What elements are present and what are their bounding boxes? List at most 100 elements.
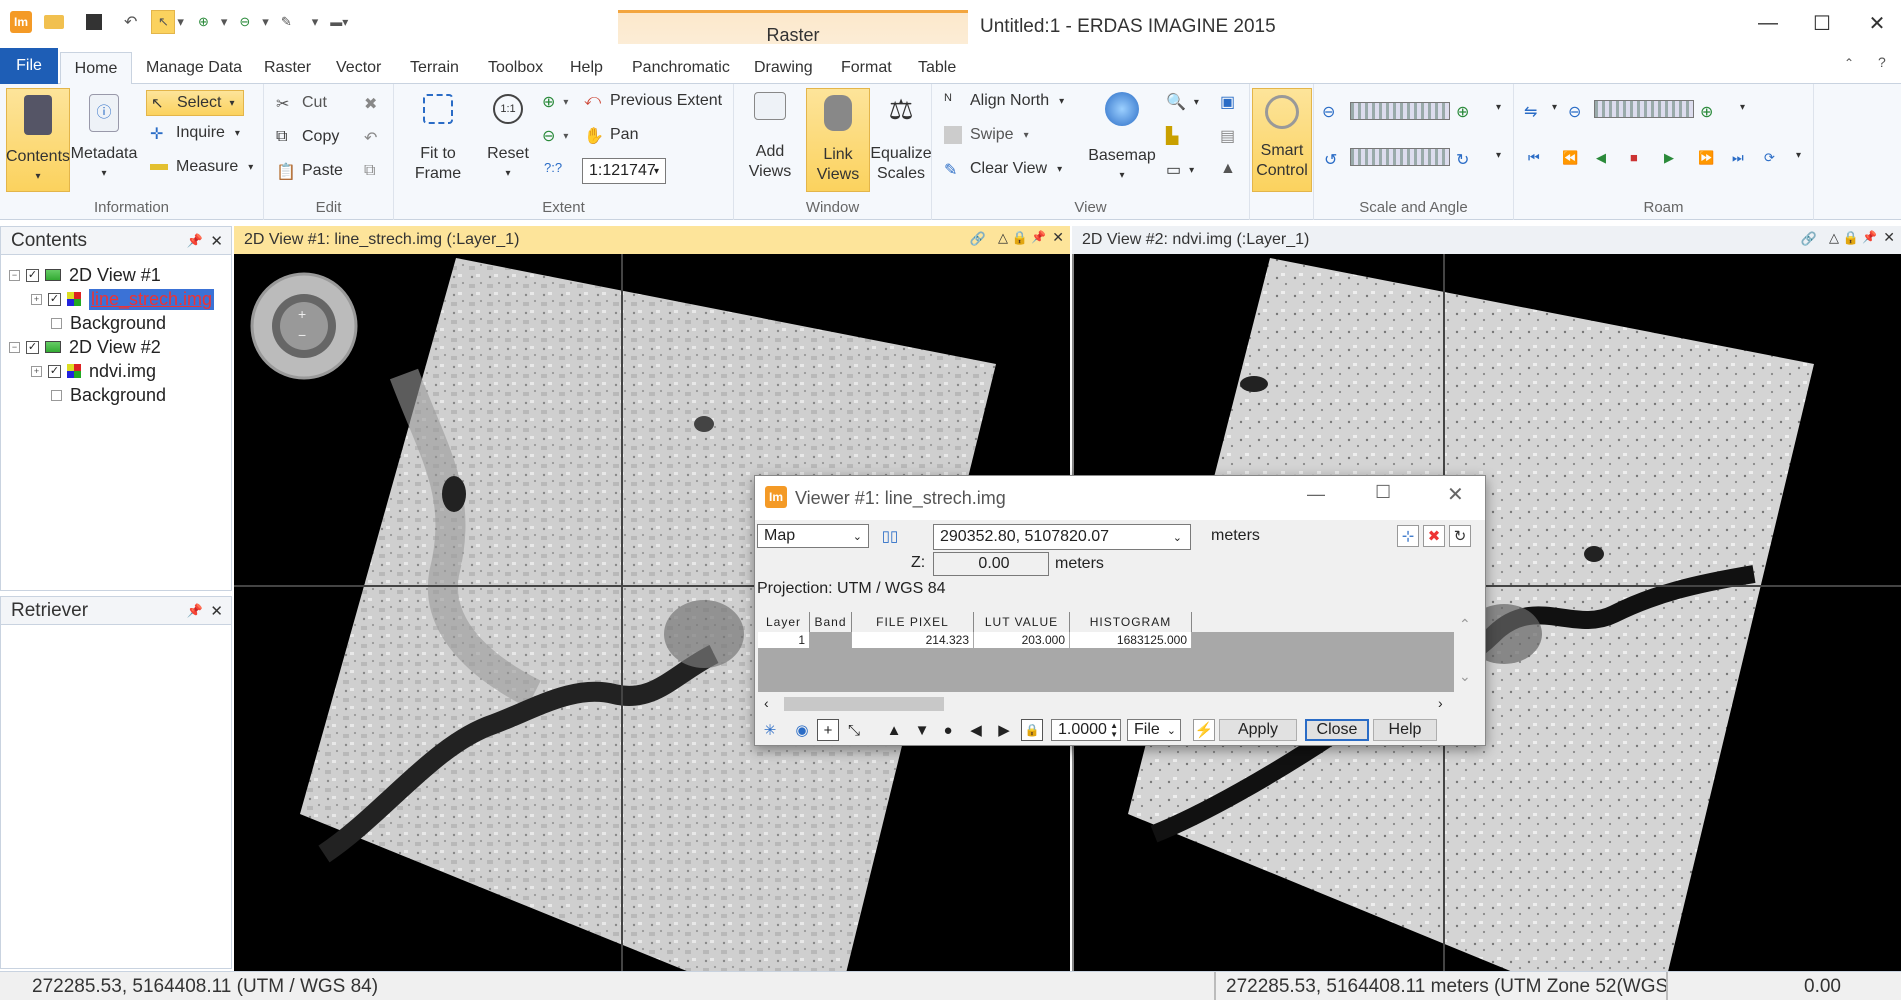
angle-slider[interactable] <box>1350 148 1450 166</box>
dropdown-icon[interactable]: ▾ <box>262 14 269 30</box>
minimize-button[interactable]: — <box>1743 6 1793 40</box>
add-views-button[interactable]: Add Views <box>740 92 800 182</box>
scroll-thumb[interactable] <box>784 697 944 711</box>
inquire-cursor-icon[interactable]: ✳ <box>759 719 781 741</box>
dropdown-icon[interactable]: ▾ <box>221 14 228 30</box>
dropdown-icon[interactable]: ▾ <box>312 14 319 30</box>
clear-view-button[interactable]: ✎ Clear View ▾ <box>944 160 1062 179</box>
move-cursor-icon[interactable]: ⤡ <box>843 719 865 741</box>
apply-button[interactable]: Apply <box>1219 719 1297 741</box>
delete-icon[interactable]: ✖ <box>364 94 377 114</box>
scroll-up-icon[interactable]: ⌃ <box>1459 616 1471 633</box>
copy-button[interactable]: ⧉ Copy <box>276 128 339 146</box>
reset-button[interactable]: 1:1 Reset ▾ <box>478 94 538 184</box>
metadata-button[interactable]: ⓘ Metadata ▾ <box>71 94 137 184</box>
visibility-checkbox[interactable]: ✓ <box>26 340 39 354</box>
tab-table[interactable]: Table <box>908 52 966 84</box>
dialog-minimize-button[interactable]: — <box>1307 484 1325 505</box>
fit-to-frame-button[interactable]: Fit to Frame <box>408 94 468 184</box>
tree-item-background-2[interactable]: Background <box>51 383 166 407</box>
roam-speed-dropdown-icon[interactable]: ▾ <box>1740 102 1745 113</box>
pin-icon[interactable]: 📌 <box>187 603 203 619</box>
equalize-scales-button[interactable]: ⚖ Equalize Scales <box>870 92 932 184</box>
roam-play-icon[interactable]: ▶ <box>1664 150 1674 166</box>
expand-icon[interactable]: + <box>31 293 42 305</box>
tree-item-ndvi-img[interactable]: + ✓ ndvi.img <box>31 359 156 383</box>
visibility-checkbox[interactable]: ✓ <box>26 268 39 282</box>
view-info-icon[interactable]: ▣ <box>1220 92 1235 112</box>
close-button[interactable]: Close <box>1305 719 1369 741</box>
file-select[interactable]: File ⌄ <box>1127 719 1181 741</box>
align-north-button[interactable]: N Align North ▾ <box>944 92 1064 110</box>
scroll-right-icon[interactable]: › <box>1438 695 1443 711</box>
unknown-scale-icon[interactable]: ?:? <box>544 160 562 175</box>
roam-fast-icon[interactable]: ⊕ <box>1700 102 1713 122</box>
lock-icon[interactable]: 🔒 <box>1843 230 1859 246</box>
close-view-icon[interactable]: ✕ <box>1052 229 1064 246</box>
rotate-left-icon[interactable]: ↺ <box>1324 150 1337 170</box>
scale-dropdown-icon[interactable]: ▾ <box>1496 102 1501 113</box>
roam-stop-icon[interactable]: ■ <box>1630 150 1638 165</box>
roam-options-dropdown-icon[interactable]: ▾ <box>1796 150 1801 161</box>
move-up-icon[interactable]: ▲ <box>883 719 905 741</box>
view-properties-icon[interactable]: ▤ <box>1220 126 1235 146</box>
zoom-in-icon[interactable]: ⊕ <box>198 14 209 30</box>
expand-icon[interactable]: + <box>31 365 42 377</box>
columns-icon[interactable]: ▯▯ <box>879 525 901 547</box>
scroll-left-icon[interactable]: ‹ <box>764 695 769 711</box>
tab-file[interactable]: File <box>0 48 58 84</box>
pin-icon[interactable]: 📌 <box>187 233 203 249</box>
horizontal-scrollbar[interactable]: ‹ › <box>758 694 1454 714</box>
paste-button[interactable]: 📋 Paste <box>276 162 343 181</box>
grid-icon[interactable]: ▙ <box>1166 126 1178 146</box>
contents-button[interactable]: Contents ▾ <box>6 88 70 192</box>
roam-speed-slider[interactable] <box>1594 100 1694 118</box>
tab-format[interactable]: Format <box>831 52 902 84</box>
tab-home[interactable]: Home <box>60 52 132 84</box>
maximize-button[interactable]: ☐ <box>1797 6 1847 40</box>
pin-icon[interactable]: 📌 <box>1031 230 1046 244</box>
collapse-icon[interactable]: − <box>9 341 20 353</box>
help-button[interactable]: Help <box>1373 719 1437 741</box>
roam-slow-icon[interactable]: ⊖ <box>1568 102 1581 122</box>
undo-icon[interactable]: ↶ <box>124 12 137 32</box>
roam-first-icon[interactable]: ⏮ <box>1528 150 1540 166</box>
close-view-icon[interactable]: ✕ <box>1883 229 1895 246</box>
help-icon[interactable]: ? <box>1878 54 1886 70</box>
link-views-button[interactable]: Link Views <box>806 88 870 192</box>
roam-last-icon[interactable]: ⏭ <box>1732 150 1744 166</box>
eraser-icon[interactable]: ✎ <box>281 14 292 30</box>
roam-step-forward-icon[interactable]: ⏩ <box>1698 150 1714 166</box>
pin-icon[interactable]: 📌 <box>1862 230 1877 244</box>
print-icon[interactable]: ▭ ▾ <box>1166 160 1194 180</box>
dialog-close-button[interactable]: ✕ <box>1447 482 1464 507</box>
close-panel-icon[interactable]: ✕ <box>210 602 223 620</box>
select-button[interactable]: ↖ Select ▾ <box>146 90 244 116</box>
link-icon[interactable]: 🔗 <box>1801 231 1817 247</box>
rotate-right-icon[interactable]: ↻ <box>1456 150 1469 170</box>
tree-item-line-strech-img[interactable]: + ✓ line_strech.img <box>31 287 215 311</box>
delete-location-icon[interactable]: ✖ <box>1423 525 1445 547</box>
roam-path-icon[interactable]: ⇋ <box>1524 102 1537 122</box>
tab-toolbox[interactable]: Toolbox <box>478 52 553 84</box>
step-input[interactable]: 1.0000 ▲ ▼ <box>1051 719 1121 741</box>
paste-special-icon[interactable]: ⧉ <box>364 162 375 180</box>
refresh-icon[interactable]: ↻ <box>1449 525 1471 547</box>
pan-button[interactable]: ✋ Pan <box>584 126 638 145</box>
swipe-button[interactable]: Swipe ▾ <box>944 126 1029 144</box>
lock-step-icon[interactable]: 🔒 <box>1021 719 1043 741</box>
roam-reverse-icon[interactable]: ◀ <box>1596 150 1606 166</box>
collapse-icon[interactable]: − <box>9 269 20 281</box>
auto-apply-icon[interactable]: ⚡ <box>1193 719 1215 741</box>
basemap-button[interactable]: Basemap ▾ <box>1088 92 1156 186</box>
move-right-icon[interactable]: ▶ <box>993 719 1015 741</box>
tree-item-2d-view-1[interactable]: − ✓ 2D View #1 <box>9 263 161 287</box>
north-indicator-icon[interactable]: ▲ <box>1220 160 1236 178</box>
tab-help[interactable]: Help <box>560 52 613 84</box>
tab-manage-data[interactable]: Manage Data <box>136 52 252 84</box>
tree-item-background-1[interactable]: Background <box>51 311 166 335</box>
zoom-in-icon[interactable]: + <box>298 306 306 322</box>
move-down-icon[interactable]: ▼ <box>911 719 933 741</box>
warning-icon[interactable]: △ <box>1829 230 1839 246</box>
previous-extent-button[interactable]: ⤺ Previous Extent <box>584 92 722 110</box>
